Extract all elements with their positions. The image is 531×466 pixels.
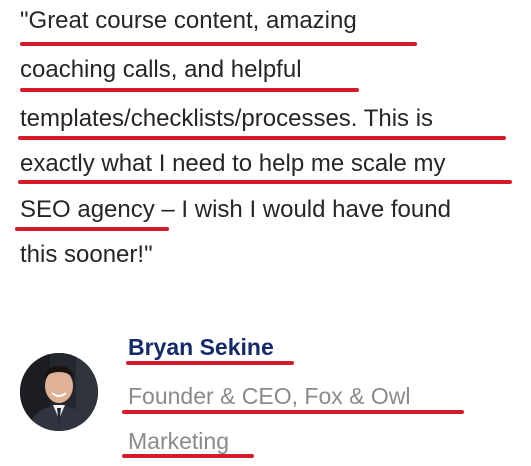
highlight-underline [20,42,417,46]
testimonial-author: Bryan Sekine Founder & CEO, Fox & Owl Ma… [0,320,531,466]
quote-line: SEO agency – I wish I would have found [20,196,451,223]
highlight-underline [20,88,359,92]
highlight-underline [18,136,506,140]
person-photo-avatar [20,353,98,431]
quote-line: templates/checklists/processes. This is [20,105,434,132]
author-name: Bryan Sekine [128,334,274,360]
author-role: Marketing [128,428,229,454]
highlight-underline [126,361,294,365]
quote-line: exactly what I need to help me scale my [20,150,446,177]
quote-line: coaching calls, and helpful [20,56,302,83]
testimonial-quote: "Great course content, amazing coaching … [15,0,531,300]
highlight-underline [122,454,254,458]
person-photo-icon [20,353,98,431]
quote-line: this sooner!" [20,241,153,268]
author-role: Founder & CEO, Fox & Owl [128,383,411,409]
highlight-underline [122,410,464,414]
highlight-underline [15,227,169,231]
highlight-underline [18,180,512,184]
quote-line: "Great course content, amazing [20,7,357,34]
